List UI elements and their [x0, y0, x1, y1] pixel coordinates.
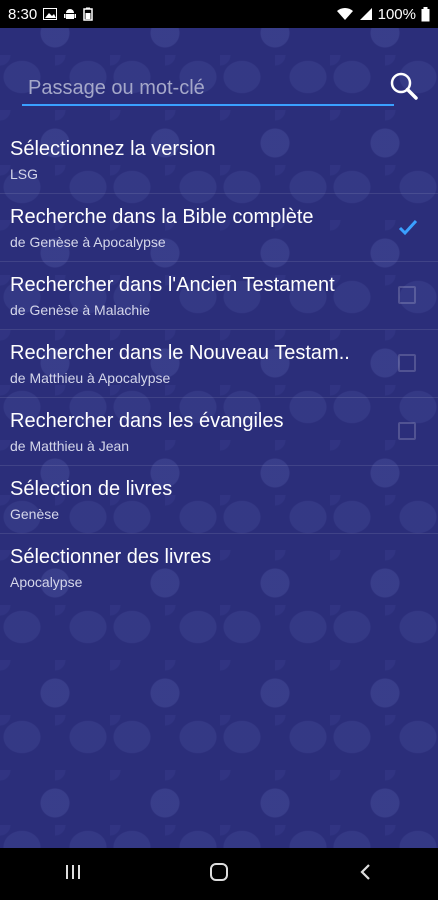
option-subtitle: de Matthieu à Apocalypse — [10, 370, 171, 386]
signal-icon — [359, 7, 373, 21]
search-bar — [18, 66, 422, 112]
option-title: Rechercher dans le Nouveau Testam.. — [10, 342, 350, 364]
battery-saver-icon — [83, 7, 93, 21]
option-subtitle: Genèse — [10, 506, 60, 522]
image-icon — [43, 8, 58, 20]
navigation-bar — [0, 848, 438, 900]
option-title: Rechercher dans les évangiles — [10, 410, 284, 432]
option-old-testament[interactable]: Rechercher dans l'Ancien Testament de Ge… — [0, 262, 438, 330]
recent-apps-icon — [64, 864, 82, 885]
checkmark-icon — [398, 219, 418, 240]
status-bar: 8:30 100% — [0, 0, 438, 28]
home-icon — [209, 862, 229, 886]
option-whole-bible[interactable]: Recherche dans la Bible complète de Genè… — [0, 194, 438, 262]
option-subtitle: de Matthieu à Jean — [10, 438, 130, 454]
checkbox[interactable] — [398, 422, 416, 440]
back-icon — [358, 863, 372, 886]
search-button[interactable] — [386, 70, 422, 106]
option-subtitle: Apocalypse — [10, 574, 83, 590]
search-input[interactable] — [22, 72, 394, 106]
battery-percent: 100% — [377, 5, 416, 23]
home-button[interactable] — [189, 848, 249, 900]
search-options-list: Sélectionnez la version LSG Recherche da… — [0, 126, 438, 602]
checkbox[interactable] — [398, 354, 416, 372]
checkbox[interactable] — [398, 286, 416, 304]
battery-icon — [421, 6, 430, 22]
option-title: Recherche dans la Bible complète — [10, 206, 314, 228]
option-book-selection[interactable]: Sélection de livres Genèse — [0, 466, 438, 534]
option-title: Sélectionner des livres — [10, 546, 212, 568]
status-time: 8:30 — [8, 5, 38, 23]
option-title: Sélectionnez la version — [10, 138, 216, 160]
recent-apps-button[interactable] — [43, 848, 103, 900]
option-new-testament[interactable]: Rechercher dans le Nouveau Testam.. de M… — [0, 330, 438, 398]
option-title: Sélection de livres — [10, 478, 173, 500]
checkbox-checked[interactable] — [398, 218, 418, 236]
option-version[interactable]: Sélectionnez la version LSG — [0, 126, 438, 194]
option-select-books[interactable]: Sélectionner des livres Apocalypse — [0, 534, 438, 602]
android-icon — [63, 7, 77, 21]
search-icon — [389, 71, 419, 106]
back-button[interactable] — [335, 848, 395, 900]
option-subtitle: de Genèse à Malachie — [10, 302, 151, 318]
option-subtitle: LSG — [10, 166, 39, 182]
wifi-icon — [336, 7, 354, 21]
option-title: Rechercher dans l'Ancien Testament — [10, 274, 335, 296]
option-subtitle: de Genèse à Apocalypse — [10, 234, 166, 250]
option-gospels[interactable]: Rechercher dans les évangiles de Matthie… — [0, 398, 438, 466]
